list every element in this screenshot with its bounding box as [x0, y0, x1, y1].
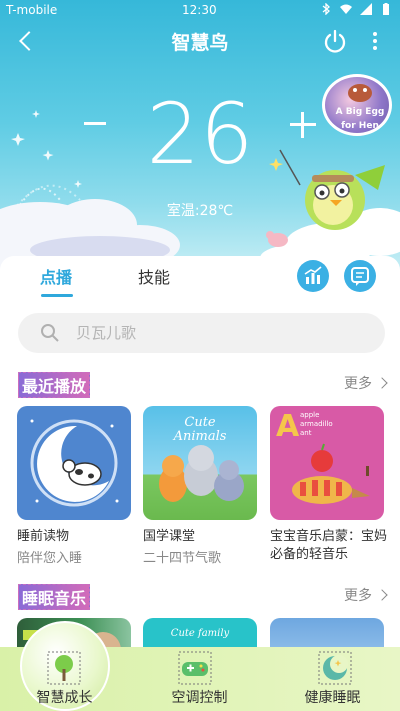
nav-label-sleep: 健康睡眠 — [304, 690, 361, 706]
tree-icon — [47, 651, 81, 685]
recent-item-2-title[interactable]: 国学课堂 — [143, 528, 261, 546]
wifi-icon — [340, 4, 352, 14]
battery-icon — [383, 3, 389, 15]
recent-item-3-title[interactable]: 宝宝音乐启蒙：宝妈必备的轻音乐 — [270, 528, 390, 563]
more-menu-icon[interactable] — [364, 28, 384, 54]
message-button[interactable] — [344, 260, 376, 292]
nav-label-growth: 智慧成长 — [36, 690, 93, 706]
tile-text-cute-family: Cute family — [171, 628, 230, 639]
tile-text-armadillo: armadillo — [300, 420, 333, 428]
power-icon[interactable] — [322, 28, 348, 54]
tab-skills[interactable]: 技能 — [138, 264, 170, 288]
bluetooth-icon — [322, 3, 330, 15]
recent-item-2-subtitle: 二十四节气歌 — [143, 551, 222, 566]
recent-section-title: 最近播放 — [18, 372, 91, 398]
chart-icon — [304, 266, 322, 284]
recent-tile-2[interactable]: Cute Animals — [143, 406, 257, 520]
sleep-more-link[interactable]: 更多 — [344, 585, 386, 605]
nav-smart-growth[interactable]: 智慧成长 — [0, 621, 133, 711]
tile-text-big-a: A — [276, 409, 300, 444]
gamepad-icon — [178, 651, 212, 685]
search-input[interactable] — [76, 321, 356, 345]
nav-healthy-sleep[interactable]: 健康睡眠 — [266, 647, 399, 711]
cute-animals-artwork: Cute Animals — [159, 415, 244, 502]
signal-icon — [360, 3, 372, 15]
search-bar[interactable] — [18, 313, 385, 353]
carrier-label: T-mobile — [6, 3, 58, 17]
chat-icon — [351, 267, 369, 286]
recent-item-1-title[interactable]: 睡前读物 — [17, 528, 135, 546]
status-bar: T-mobile 12:30 — [0, 0, 400, 22]
search-icon — [41, 324, 59, 342]
temperature-decrease-button[interactable] — [84, 122, 106, 125]
hero-panel: T-mobile 12:30 智慧鸟 26 室温:28℃ A Big Egg f… — [0, 0, 400, 270]
story-title-line2: for Hen — [341, 121, 379, 131]
tile-text-cute: Cute — [184, 415, 216, 430]
recent-more-link[interactable]: 更多 — [344, 373, 386, 393]
tile-text-ant: ant — [300, 429, 312, 437]
temperature-increase-button[interactable] — [290, 112, 316, 138]
sleep-section-title: 睡眠音乐 — [18, 584, 91, 610]
moon-icon — [318, 651, 352, 685]
tile-text-apple: apple — [300, 411, 319, 419]
moon-cow-artwork — [30, 419, 119, 507]
recent-item-1-subtitle: 陪伴您入睡 — [17, 551, 83, 566]
recent-tile-1[interactable] — [17, 406, 131, 520]
recent-tile-3[interactable]: A apple armadillo ant — [270, 406, 384, 520]
story-badge[interactable]: A Big Egg for Hen — [322, 74, 392, 136]
story-title-line1: A Big Egg — [335, 107, 385, 117]
room-temperature-label: 室温:28℃ — [166, 203, 234, 219]
nav-label-ac: 空调控制 — [171, 690, 228, 706]
stats-button[interactable] — [297, 260, 329, 292]
tile-text-animals: Animals — [173, 429, 227, 444]
clock: 12:30 — [182, 3, 217, 17]
abc-artwork: A apple armadillo ant — [276, 409, 370, 504]
bottom-navigation: 智慧成长 空调控制 健康睡眠 — [0, 621, 400, 711]
title-bar: 智慧鸟 — [0, 22, 400, 60]
nav-ac-control[interactable]: 空调控制 — [133, 647, 266, 711]
temperature-value: 26 — [146, 85, 254, 183]
tab-indicator — [41, 294, 73, 297]
tab-on-demand[interactable]: 点播 — [40, 264, 72, 288]
